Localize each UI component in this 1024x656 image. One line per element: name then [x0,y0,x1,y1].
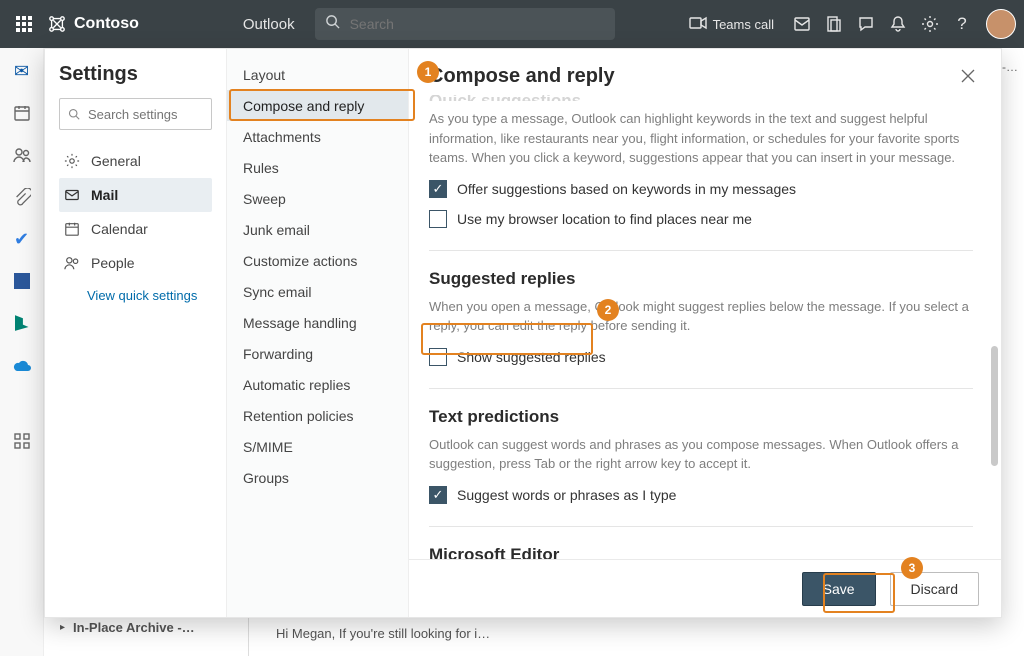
badge-3: 3 [901,557,923,579]
cat-general-label: General [91,153,141,169]
people-icon [63,254,81,272]
sub-layout[interactable]: Layout [227,59,408,90]
editor-title: Microsoft Editor [429,545,973,560]
suggested-replies-desc: When you open a message, Outlook might s… [429,297,973,336]
suite-bar: Contoso Outlook Teams call ? [0,0,1024,48]
teams-call-button[interactable]: Teams call [683,8,780,40]
scrollbar-thumb[interactable] [991,346,998,466]
brand-label: Contoso [74,15,139,33]
todo-rail-icon[interactable]: ✔ [11,228,33,250]
cb-offer-suggestions-label: Offer suggestions based on keywords in m… [457,181,796,197]
cb-browser-location[interactable]: Use my browser location to find places n… [429,210,973,228]
teams-call-label: Teams call [713,17,774,32]
onedrive-rail-icon[interactable] [11,354,33,376]
checkbox-icon [429,348,447,366]
badge-1: 1 [417,61,439,83]
checkbox-icon [429,210,447,228]
chevron-right-icon: ▸ [60,622,65,633]
contoso-logo-icon [48,15,66,33]
sub-attachments[interactable]: Attachments [227,121,408,152]
cat-people-label: People [91,255,135,271]
search-icon [325,14,340,34]
cb-text-predictions[interactable]: Suggest words or phrases as I type [429,486,973,504]
sub-retention[interactable]: Retention policies [227,400,408,431]
discard-button[interactable]: Discard [890,572,979,606]
gear-icon[interactable] [920,14,940,34]
quick-sugg-desc: As you type a message, Outlook can highl… [429,109,973,168]
mail-icon [63,186,81,204]
sub-compose-reply[interactable]: Compose and reply [227,90,408,121]
cat-people[interactable]: People [59,246,212,280]
cb-offer-suggestions[interactable]: Offer suggestions based on keywords in m… [429,180,973,198]
bing-rail-icon[interactable] [11,312,33,334]
text-predictions-title: Text predictions [429,407,973,427]
calendar-rail-icon[interactable] [11,102,33,124]
sub-customize[interactable]: Customize actions [227,245,408,276]
calendar-icon [63,220,81,238]
cb-text-predictions-label: Suggest words or phrases as I type [457,487,676,503]
detail-scrollbar[interactable] [991,83,998,553]
text-predictions-desc: Outlook can suggest words and phrases as… [429,435,973,474]
settings-modal: Settings General Mail Calendar People [44,48,1002,618]
cat-calendar[interactable]: Calendar [59,212,212,246]
app-launcher-icon[interactable] [8,8,40,40]
brand: Contoso [48,15,139,33]
sub-rules[interactable]: Rules [227,152,408,183]
files-icon[interactable] [824,14,844,34]
sub-forwarding[interactable]: Forwarding [227,338,408,369]
suggested-replies-title: Suggested replies [429,269,973,289]
cat-calendar-label: Calendar [91,221,148,237]
checkbox-icon [429,486,447,504]
global-search-input[interactable] [350,16,605,32]
settings-subsections: Layout Compose and reply Attachments Rul… [227,49,409,617]
close-icon [961,69,975,83]
mail-rail-icon[interactable]: ✉ [11,60,33,82]
cb-show-suggested-replies[interactable]: Show suggested replies [429,348,973,366]
badge-2: 2 [597,299,619,321]
people-rail-icon[interactable] [11,144,33,166]
folder-item[interactable]: ▸ In-Place Archive -… [60,620,195,635]
search-icon [68,107,80,121]
sub-sync[interactable]: Sync email [227,276,408,307]
cb-show-suggested-replies-label: Show suggested replies [457,349,606,365]
settings-title: Settings [59,63,212,86]
settings-search-input[interactable] [88,107,203,122]
meet-now-icon[interactable] [792,14,812,34]
avatar[interactable] [986,9,1016,39]
cb-browser-location-label: Use my browser location to find places n… [457,211,752,227]
global-search[interactable] [315,8,615,40]
bell-icon[interactable] [888,14,908,34]
gear-icon [63,152,81,170]
app-name: Outlook [243,16,295,33]
attach-rail-icon[interactable] [11,186,33,208]
sub-groups[interactable]: Groups [227,462,408,493]
message-preview: Hi Megan, If you're still looking for i… [276,626,490,641]
folder-label: In-Place Archive -… [73,620,195,635]
word-rail-icon[interactable] [11,270,33,292]
view-quick-settings-link[interactable]: View quick settings [59,288,212,303]
sub-sweep[interactable]: Sweep [227,183,408,214]
settings-categories: Settings General Mail Calendar People [45,49,227,617]
detail-title: Compose and reply [429,65,615,88]
apps-rail-icon[interactable] [11,430,33,452]
settings-search[interactable] [59,98,212,130]
cat-general[interactable]: General [59,144,212,178]
sub-smime[interactable]: S/MIME [227,431,408,462]
cutoff-section-title: Quick suggestions [429,95,973,101]
app-rail: ✉ ✔ [0,48,44,656]
sub-autoreplies[interactable]: Automatic replies [227,369,408,400]
chat-icon[interactable] [856,14,876,34]
checkbox-icon [429,180,447,198]
sub-junk[interactable]: Junk email [227,214,408,245]
settings-detail: Compose and reply Quick suggestions As y… [409,49,1001,617]
cat-mail[interactable]: Mail [59,178,212,212]
save-button[interactable]: Save [802,572,876,606]
close-button[interactable] [955,63,981,89]
cat-mail-label: Mail [91,187,118,203]
help-icon[interactable]: ? [952,14,972,34]
sub-handling[interactable]: Message handling [227,307,408,338]
video-icon [689,16,707,33]
